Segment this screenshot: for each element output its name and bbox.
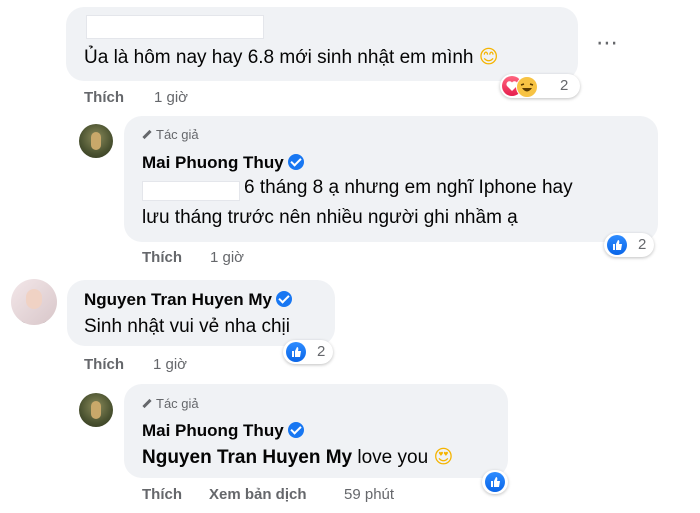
reaction-count-1: 2 [560, 77, 569, 94]
timestamp[interactable]: 1 giờ [154, 89, 188, 106]
avatar[interactable] [11, 279, 57, 325]
verified-badge-icon [287, 422, 304, 438]
like-reaction-icon [286, 342, 306, 362]
redacted-name [86, 15, 264, 39]
avatar[interactable] [79, 124, 113, 158]
reply-text-2: Nguyen Tran Huyen My love you 😍 [142, 446, 454, 468]
more-options-icon[interactable]: ⋯ [596, 30, 619, 56]
timestamp[interactable]: 1 giờ [210, 249, 244, 266]
like-reaction-icon [485, 472, 505, 492]
reaction-summary-4[interactable] [482, 470, 508, 494]
redacted-mention [142, 181, 240, 201]
avatar[interactable] [79, 393, 113, 427]
reply-text-line-1: 6 tháng 8 ạ nhưng em nghĩ Iphone hay [244, 177, 573, 198]
timestamp[interactable]: 59 phút [344, 486, 394, 503]
like-reaction-icon [607, 235, 627, 255]
reaction-summary-1[interactable]: 2 [500, 74, 580, 98]
comment-text-1: Ủa là hôm nay hay 6.8 mới sinh nhật em m… [84, 46, 499, 68]
avatar-figure [91, 132, 101, 150]
reply-text-line-2: lưu tháng trước nên nhiều người ghi nhầm… [142, 207, 518, 228]
heart-eyes-emoji-icon: 😍 [433, 446, 454, 468]
author-badge: Tác giả [142, 127, 199, 142]
commenter-name[interactable]: Mai Phuong Thuy [142, 421, 304, 441]
reaction-count-3: 2 [317, 343, 326, 360]
verified-badge-icon [275, 291, 292, 307]
like-button[interactable]: Thích [84, 356, 124, 373]
reaction-count-2: 2 [638, 236, 647, 253]
comment-text-2: Sinh nhật vui vẻ nha chịi [84, 316, 290, 337]
timestamp[interactable]: 1 giờ [153, 356, 187, 373]
verified-badge-icon [287, 154, 304, 170]
haha-reaction-icon [516, 76, 538, 98]
author-badge: Tác giả [142, 396, 199, 411]
commenter-name[interactable]: Nguyen Tran Huyen My [84, 290, 292, 310]
smile-emoji-icon: 😊 [478, 46, 499, 68]
see-translation-link[interactable]: Xem bản dịch [209, 486, 307, 503]
reaction-summary-2[interactable]: 2 [604, 233, 654, 257]
reaction-summary-3[interactable]: 2 [283, 340, 333, 364]
pen-icon [142, 398, 152, 409]
like-button[interactable]: Thích [142, 486, 182, 503]
commenter-name[interactable]: Mai Phuong Thuy [142, 153, 304, 173]
like-button[interactable]: Thích [142, 249, 182, 266]
like-button[interactable]: Thích [84, 89, 124, 106]
pen-icon [142, 129, 152, 140]
avatar-face [26, 289, 42, 309]
avatar-figure [91, 401, 101, 419]
mention-link[interactable]: Nguyen Tran Huyen My [142, 447, 352, 468]
